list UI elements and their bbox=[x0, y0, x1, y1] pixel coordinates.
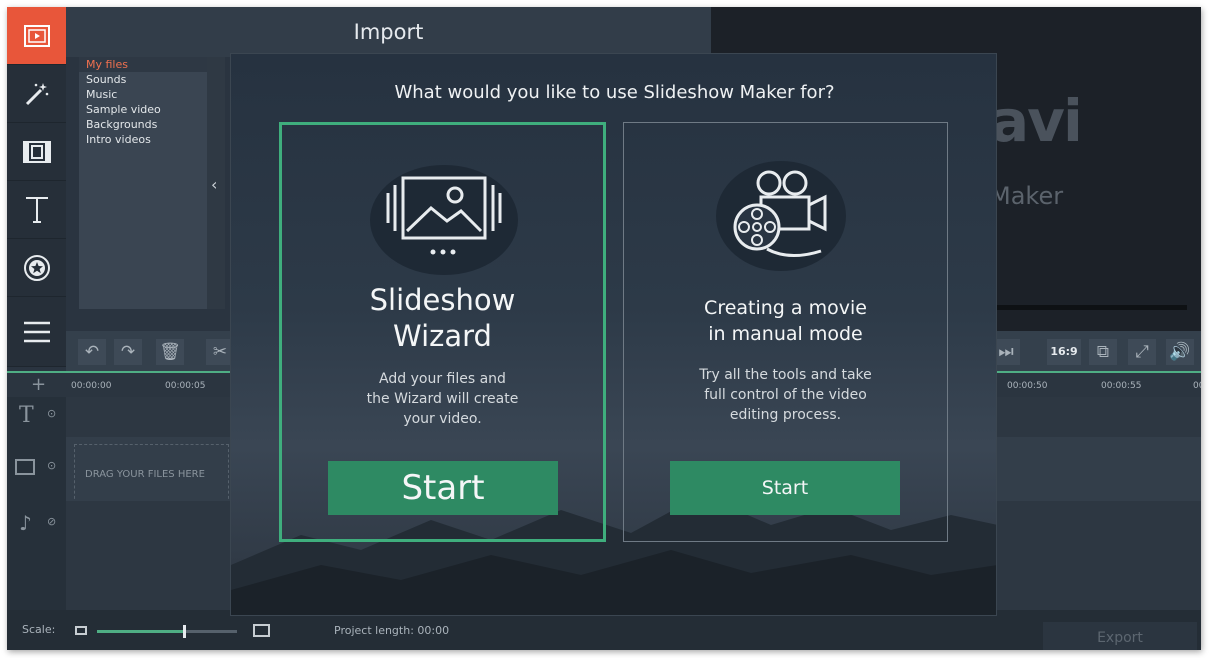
wizard-desc-line2: the Wizard will create bbox=[366, 391, 519, 407]
fullscreen-icon: ⤢ bbox=[1135, 342, 1149, 362]
category-backgrounds[interactable]: Backgrounds bbox=[79, 117, 207, 132]
ruler-tick: 00:00:05 bbox=[165, 381, 206, 391]
magic-wand-icon bbox=[25, 82, 48, 105]
title-track-icon: T bbox=[19, 403, 34, 428]
import-title-text: Import bbox=[353, 20, 424, 44]
slideshow-wizard-card[interactable]: Slideshow Wizard Add your files and the … bbox=[279, 122, 606, 542]
trash-icon: 🗑 bbox=[159, 342, 181, 362]
import-tool-button[interactable] bbox=[7, 7, 66, 65]
ruler-tick: 00:00:00 bbox=[71, 381, 112, 391]
transitions-icon bbox=[22, 140, 51, 163]
aspect-ratio-button[interactable]: 16:9 bbox=[1047, 339, 1081, 365]
redo-button[interactable]: ↷ bbox=[114, 339, 142, 365]
manual-title-line1: Creating a movie bbox=[704, 297, 867, 319]
wizard-desc-line1: Add your files and bbox=[379, 371, 506, 387]
visibility-icon[interactable]: ⊙ bbox=[47, 459, 56, 472]
wizard-start-button[interactable]: Start bbox=[328, 461, 558, 515]
manual-desc-line3: editing process. bbox=[729, 407, 842, 423]
preview-logo-text: avi bbox=[990, 87, 1083, 155]
zoom-in-icon[interactable] bbox=[253, 624, 270, 637]
skip-end-icon: ⏭ bbox=[998, 342, 1014, 362]
import-panel-title: Import bbox=[66, 7, 711, 57]
movie-camera-icon bbox=[733, 170, 827, 257]
magic-wand-tool-button[interactable] bbox=[7, 65, 66, 123]
scale-label: Scale: bbox=[22, 623, 56, 636]
collapse-panel-strip[interactable]: ‹ bbox=[207, 57, 225, 309]
volume-button[interactable]: 🔊 bbox=[1166, 339, 1194, 365]
titles-tool-button[interactable] bbox=[7, 181, 66, 239]
undo-icon: ↶ bbox=[84, 342, 100, 362]
video-track-header: ⊙ bbox=[7, 437, 66, 502]
more-tools-icon bbox=[23, 321, 50, 342]
scale-slider-fill bbox=[97, 630, 184, 633]
ruler-tick: 00:00:50 bbox=[1007, 381, 1048, 391]
category-sample-video[interactable]: Sample video bbox=[79, 102, 207, 117]
wizard-desc-line3: your video. bbox=[403, 411, 482, 427]
manual-desc-line1: Try all the tools and take bbox=[699, 367, 872, 383]
import-icon bbox=[23, 24, 50, 47]
redo-icon: ↷ bbox=[120, 342, 136, 362]
add-track-icon[interactable]: + bbox=[31, 374, 46, 395]
wizard-title-line1: Slideshow bbox=[369, 283, 516, 317]
project-length: Project length: 00:00 bbox=[334, 624, 450, 637]
popout-icon: ⧉ bbox=[1096, 342, 1110, 362]
manual-desc-line2: full control of the video bbox=[704, 387, 867, 403]
visibility-icon[interactable]: ⊙ bbox=[47, 407, 56, 420]
scissors-icon: ✂ bbox=[212, 342, 228, 362]
more-tools-button[interactable] bbox=[7, 297, 66, 367]
speaker-icon: 🔊 bbox=[1169, 342, 1191, 362]
category-sounds[interactable]: Sounds bbox=[79, 72, 207, 87]
stickers-icon bbox=[23, 254, 50, 281]
undo-button[interactable]: ↶ bbox=[78, 339, 106, 365]
wizard-title-line2: Wizard bbox=[393, 319, 492, 353]
category-my-files[interactable]: My files bbox=[79, 57, 207, 72]
manual-title-line2: in manual mode bbox=[708, 323, 863, 345]
scale-slider-handle[interactable] bbox=[182, 625, 186, 638]
video-track-icon bbox=[15, 459, 35, 475]
fullscreen-button[interactable]: ⤢ bbox=[1128, 339, 1156, 365]
export-button[interactable]: Export bbox=[1043, 622, 1197, 650]
title-track-header: T ⊙ bbox=[7, 397, 66, 438]
drag-files-dropzone[interactable]: DRAG YOUR FILES HERE bbox=[74, 444, 229, 504]
preview-progress-bar[interactable] bbox=[992, 305, 1187, 310]
mode-selection-dialog: What would you like to use Slideshow Mak… bbox=[230, 53, 997, 616]
chevron-left-icon: ‹ bbox=[211, 175, 218, 194]
ruler-tick: 00:00:55 bbox=[1101, 381, 1142, 391]
audio-track-header: ♪ ⊘ bbox=[7, 501, 66, 611]
category-music[interactable]: Music bbox=[79, 87, 207, 102]
titles-icon bbox=[25, 196, 48, 223]
import-category-list: My files Sounds Music Sample video Backg… bbox=[79, 57, 207, 309]
delete-button[interactable]: 🗑 bbox=[156, 339, 184, 365]
category-intro-videos[interactable]: Intro videos bbox=[79, 132, 207, 147]
transitions-tool-button[interactable] bbox=[7, 123, 66, 181]
dialog-question: What would you like to use Slideshow Mak… bbox=[394, 82, 835, 103]
stickers-tool-button[interactable] bbox=[7, 239, 66, 297]
zoom-out-icon[interactable] bbox=[75, 626, 87, 635]
preview-logo-subtext: Maker bbox=[990, 182, 1064, 210]
mute-icon[interactable]: ⊘ bbox=[47, 515, 56, 528]
manual-start-button[interactable]: Start bbox=[670, 461, 900, 515]
left-toolbar bbox=[7, 7, 66, 367]
manual-mode-card[interactable]: Creating a movie in manual mode Try all … bbox=[623, 122, 948, 542]
popout-button[interactable]: ⧉ bbox=[1089, 339, 1117, 365]
slideshow-image-icon bbox=[386, 176, 502, 255]
scale-slider[interactable] bbox=[97, 625, 237, 638]
music-note-icon: ♪ bbox=[19, 511, 32, 535]
app-window: Import My files Sounds Music Sample vide… bbox=[7, 7, 1201, 650]
ruler-tick: 00 bbox=[1193, 381, 1201, 391]
